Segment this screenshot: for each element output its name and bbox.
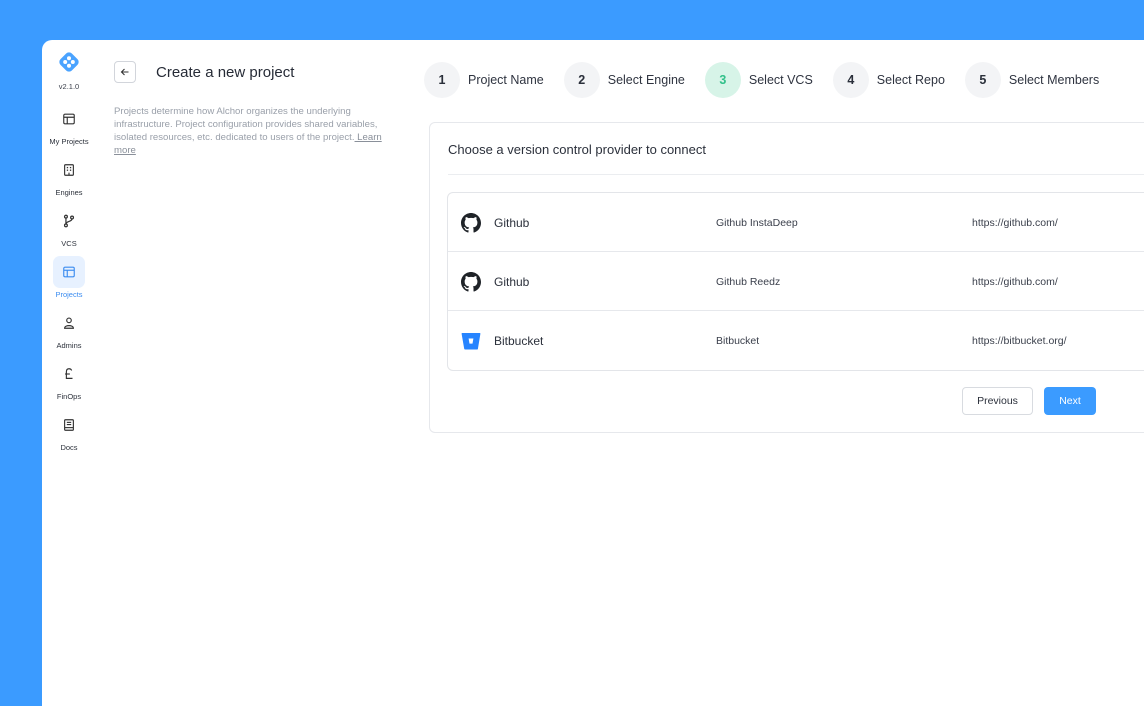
layout-icon [63, 113, 75, 125]
app-window: v2.1.0 My Projects Engines VCS Projects … [42, 40, 1144, 706]
vcs-provider-list: Github Github InstaDeep https://github.c… [447, 192, 1144, 371]
book-icon [64, 419, 74, 431]
app-logo-icon[interactable] [57, 50, 81, 74]
list-item[interactable]: Github Github InstaDeep https://github.c… [448, 193, 1144, 252]
step-number: 4 [832, 62, 869, 98]
sidebar-item-docs[interactable]: Docs [42, 409, 96, 452]
step-number: 2 [563, 62, 600, 98]
sidebar-item-my-projects[interactable]: My Projects [42, 103, 96, 146]
description-text: Projects determine how Alchor organizes … [114, 106, 378, 143]
step-select-vcs[interactable]: 3 Select VCS [704, 62, 813, 98]
previous-button[interactable]: Previous [962, 387, 1033, 415]
arrow-left-icon [120, 68, 129, 76]
github-icon [461, 272, 481, 292]
pound-icon [65, 368, 73, 379]
page-title: Create a new project [156, 64, 295, 81]
step-select-engine[interactable]: 2 Select Engine [563, 62, 685, 98]
sidebar-item-projects[interactable]: Projects [42, 256, 96, 299]
vcs-card: Choose a version control provider to con… [429, 122, 1144, 433]
provider-name: Github [494, 275, 530, 289]
app-version: v2.1.0 [58, 82, 80, 91]
sidebar-item-vcs[interactable]: VCS [42, 205, 96, 248]
users-icon [64, 317, 74, 329]
step-label: Project Name [468, 73, 544, 87]
git-branch-icon [63, 214, 75, 228]
card-title: Choose a version control provider to con… [448, 142, 706, 157]
step-label: Select Members [1008, 73, 1100, 87]
step-number: 1 [424, 62, 460, 98]
github-icon [461, 213, 481, 233]
step-project-name[interactable]: 1 Project Name [424, 62, 544, 98]
step-number: 5 [964, 62, 1001, 98]
provider-label: Github InstaDeep [716, 217, 798, 229]
stepper: 1 Project Name 2 Select Engine 3 Select … [424, 62, 1119, 98]
divider [448, 174, 1144, 175]
provider-name: Github [494, 216, 530, 230]
list-item[interactable]: Bitbucket Bitbucket https://bitbucket.or… [448, 311, 1144, 370]
step-label: Select VCS [748, 73, 813, 87]
sidebar-item-label: Admins [56, 341, 82, 350]
sidebar-item-label: Projects [55, 290, 83, 299]
sidebar-item-label: Engines [55, 188, 83, 197]
sidebar-item-admins[interactable]: Admins [42, 307, 96, 350]
provider-label: Github Reedz [716, 276, 781, 288]
layout-icon [63, 266, 75, 278]
provider-url: https://github.com/ [972, 276, 1058, 288]
sidebar-item-engines[interactable]: Engines [42, 154, 96, 197]
sidebar-item-label: Docs [60, 443, 78, 452]
sidebar-item-label: VCS [61, 239, 77, 248]
step-select-repo[interactable]: 4 Select Repo [832, 62, 945, 98]
step-label: Select Engine [607, 73, 685, 87]
sidebar-item-finops[interactable]: FinOps [42, 358, 96, 401]
step-number: 3 [704, 62, 741, 98]
page-description: Projects determine how Alchor organizes … [114, 105, 406, 157]
provider-url: https://github.com/ [972, 217, 1058, 229]
back-button[interactable] [114, 61, 136, 83]
sidebar-item-label: FinOps [56, 392, 82, 401]
building-icon [64, 164, 74, 176]
bitbucket-icon [461, 333, 481, 350]
provider-name: Bitbucket [494, 334, 544, 348]
step-label: Select Repo [876, 73, 945, 87]
sidebar-item-label: My Projects [49, 137, 89, 146]
step-select-members[interactable]: 5 Select Members [964, 62, 1100, 98]
provider-label: Bitbucket [716, 335, 760, 347]
next-button[interactable]: Next [1044, 387, 1096, 415]
list-item[interactable]: Github Github Reedz https://github.com/ [448, 252, 1144, 311]
sidebar: v2.1.0 My Projects Engines VCS Projects … [42, 40, 96, 706]
provider-url: https://bitbucket.org/ [972, 335, 1067, 347]
